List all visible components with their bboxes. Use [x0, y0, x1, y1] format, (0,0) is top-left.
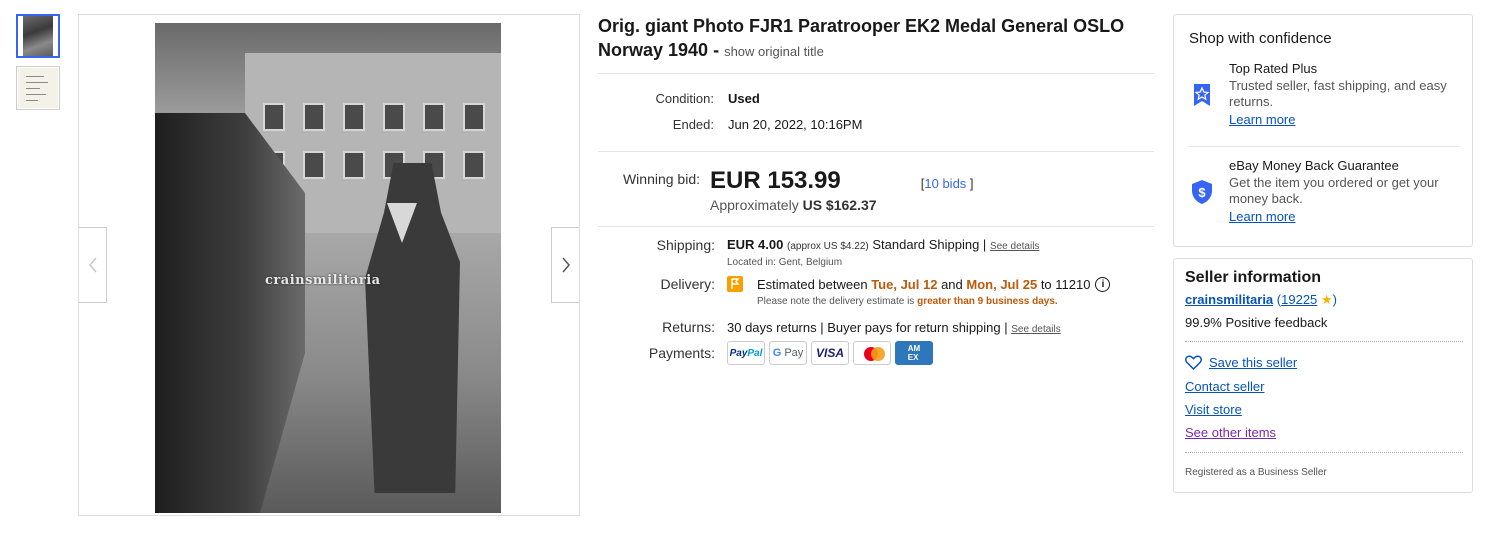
ended-label: Ended: — [672, 117, 714, 132]
heart-icon — [1185, 355, 1202, 370]
shipping-label: Shipping: — [656, 237, 715, 253]
chevron-right-icon — [561, 257, 570, 273]
visit-store-link[interactable]: Visit store — [1185, 402, 1242, 417]
money-back-desc: Get the item you ordered or get your mon… — [1229, 175, 1439, 206]
listing-photo: crainsmilitaria — [155, 23, 501, 513]
delivery-date-start: Tue, Jul 12 — [871, 276, 938, 292]
returns-see-details-link[interactable]: See details — [1011, 324, 1060, 335]
winning-bid-block: EUR 153.99 [10 bids ] Approximately US $… — [710, 167, 974, 213]
listing-title: Orig. giant Photo FJR1 Paratrooper EK2 M… — [598, 14, 1154, 64]
positive-feedback: 99.9% Positive feedback — [1185, 315, 1328, 330]
shipping-approx: (approx US $4.22) — [787, 241, 869, 252]
delivery-date-end: Mon, Jul 25 — [966, 276, 1038, 292]
delivery-zip: to 11210 — [1040, 276, 1091, 292]
thumbnail-document[interactable] — [16, 66, 60, 110]
main-image-viewer[interactable]: crainsmilitaria — [78, 14, 580, 516]
listing-title-text: Orig. giant Photo FJR1 Paratrooper EK2 M… — [598, 16, 1125, 60]
delivery-flag-icon — [727, 276, 743, 292]
see-other-items-link[interactable]: See other items — [1185, 425, 1276, 440]
save-seller-row[interactable]: Save this seller — [1185, 355, 1297, 370]
divider — [598, 73, 1154, 74]
condition-label: Condition: — [655, 91, 714, 106]
returns-row: Returns: 30 days returns | Buyer pays fo… — [598, 319, 1154, 335]
thumbnail-photo-image — [23, 16, 53, 56]
previous-image-button[interactable] — [79, 227, 107, 303]
delivery-label: Delivery: — [660, 276, 715, 292]
thumbnail-photo[interactable] — [16, 14, 60, 58]
svg-text:$: $ — [1198, 185, 1206, 200]
money-back-title: eBay Money Back Guarantee — [1229, 158, 1399, 173]
mastercard-icon — [853, 341, 891, 365]
delivery-row: Delivery: Estimated between Tue, Jul 12 … — [598, 276, 1154, 307]
amex-icon: AM EX — [895, 341, 933, 365]
top-rated-learn-more-link[interactable]: Learn more — [1229, 112, 1295, 127]
payments-row: Payments: Pay Pal G Pay VISA AM EX — [598, 341, 1154, 365]
seller-information-card: Seller information crainsmilitaria (1922… — [1173, 258, 1473, 493]
info-icon[interactable]: i — [1095, 276, 1111, 292]
shop-with-confidence-card: Shop with confidence Top Rated Plus Trus… — [1173, 14, 1473, 247]
payment-methods: Pay Pal G Pay VISA AM EX — [727, 341, 933, 365]
shipping-row: Shipping: EUR 4.00 (approx US $4.22) Sta… — [598, 237, 1154, 268]
top-rated-title: Top Rated Plus — [1229, 61, 1318, 76]
top-rated-desc: Trusted seller, fast shipping, and easy … — [1229, 78, 1447, 109]
ended-row: Ended: Jun 20, 2022, 10:16PM — [598, 117, 1154, 132]
bid-count: [10 bids ] — [920, 176, 974, 191]
ended-value: Jun 20, 2022, 10:16PM — [728, 117, 863, 132]
returns-value: 30 days returns | Buyer pays for return … — [727, 320, 1008, 335]
payments-label: Payments: — [648, 345, 715, 361]
feedback-count-link[interactable]: 19225 — [1281, 292, 1317, 307]
listing-details: Orig. giant Photo FJR1 Paratrooper EK2 M… — [598, 14, 1154, 365]
seller-name-row: crainsmilitaria (19225 ★) — [1185, 292, 1337, 307]
shield-dollar-icon: $ — [1192, 180, 1212, 204]
shipping-method: Standard Shipping | — [872, 237, 987, 252]
condition-value: Used — [728, 91, 760, 106]
condition-row: Condition: Used — [598, 91, 1154, 106]
visa-icon: VISA — [811, 341, 849, 365]
divider — [1185, 341, 1463, 342]
google-pay-icon: G Pay — [769, 341, 807, 365]
winning-bid-amount: EUR 153.99 — [710, 167, 841, 194]
chevron-left-icon — [88, 257, 97, 273]
divider — [1185, 452, 1463, 453]
seller-heading: Seller information — [1185, 269, 1322, 286]
paypal-icon: Pay Pal — [727, 341, 765, 365]
returns-label: Returns: — [662, 319, 715, 335]
approx-price: Approximately US $162.37 — [710, 197, 877, 213]
item-location: Located in: Gent, Belgium — [727, 257, 843, 268]
star-icon: ★ — [1320, 292, 1333, 307]
confidence-heading: Shop with confidence — [1189, 30, 1332, 47]
delivery-note: Please note the delivery estimate is gre… — [757, 296, 1058, 307]
shipping-amount: EUR 4.00 — [727, 237, 784, 252]
photo-watermark: crainsmilitaria — [265, 273, 381, 288]
save-seller-link[interactable]: Save this seller — [1209, 355, 1297, 370]
shipping-see-details-link[interactable]: See details — [990, 241, 1039, 252]
business-seller-note: Registered as a Business Seller — [1185, 467, 1327, 478]
thumbnail-document-image — [18, 68, 58, 108]
thumbnail-strip — [16, 14, 62, 118]
divider — [598, 226, 1154, 227]
show-original-title-link[interactable]: show original title — [724, 44, 824, 59]
money-back-learn-more-link[interactable]: Learn more — [1229, 209, 1295, 224]
divider — [1189, 146, 1459, 147]
bid-history-link[interactable]: 10 bids — [924, 176, 966, 191]
top-rated-badge-icon — [1194, 84, 1210, 106]
winning-bid-label: Winning bid: — [622, 171, 700, 187]
winning-bid-row: Winning bid: EUR 153.99 [10 bids ] Appro… — [598, 167, 1154, 213]
divider — [598, 151, 1154, 152]
contact-seller-link[interactable]: Contact seller — [1185, 379, 1264, 394]
next-image-button[interactable] — [551, 227, 579, 303]
seller-name-link[interactable]: crainsmilitaria — [1185, 292, 1273, 307]
